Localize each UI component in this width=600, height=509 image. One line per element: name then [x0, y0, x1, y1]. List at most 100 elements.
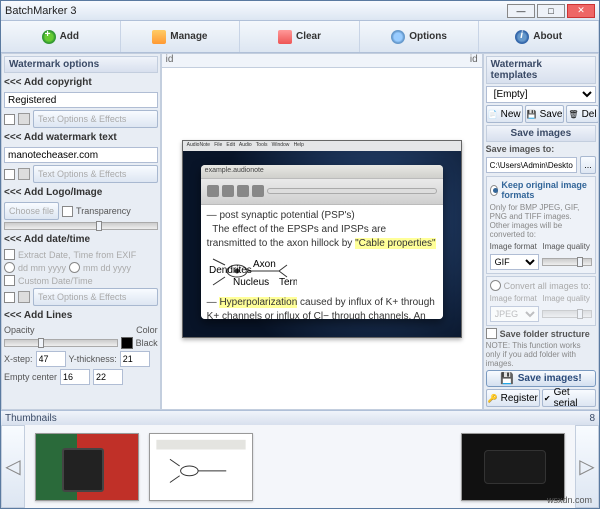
keep-format-radio[interactable]: [490, 185, 499, 196]
quality-slider-1[interactable]: [542, 258, 592, 266]
options-label: Options: [409, 31, 447, 42]
dt-text-checkbox[interactable]: [4, 292, 15, 303]
thumbnail-2[interactable]: [149, 433, 253, 501]
clear-icon: [278, 30, 292, 44]
dt-effects-button[interactable]: Text Options & Effects: [33, 288, 158, 306]
copyright-effects-button[interactable]: Text Options & Effects: [33, 110, 158, 128]
mac-window: example.audionote — post synaptic potent…: [201, 165, 443, 319]
watermark-options-panel: Watermark options <<< Add copyright Text…: [1, 53, 161, 410]
logo-opacity-slider[interactable]: [4, 222, 158, 230]
manage-icon: [152, 30, 166, 44]
copyright-text-checkbox[interactable]: [4, 114, 15, 125]
saveto-label: Save images to:: [486, 144, 596, 154]
manage-button[interactable]: Manage: [121, 21, 241, 52]
wmtext-checkbox[interactable]: [4, 169, 15, 180]
mac-titlebar: example.audionote: [201, 165, 443, 179]
format-select-1[interactable]: GIF: [490, 254, 540, 270]
extract-checkbox[interactable]: [4, 249, 15, 260]
text-icon: [18, 113, 30, 125]
thumbnail-3[interactable]: [461, 433, 565, 501]
save-images-header: Save images: [486, 125, 596, 142]
clear-label: Clear: [296, 31, 321, 42]
choose-file-button[interactable]: Choose file: [4, 202, 59, 220]
options-button[interactable]: Options: [360, 21, 480, 52]
xstep-input[interactable]: [36, 351, 66, 367]
thumbs-strip: [25, 425, 575, 508]
delete-template-button[interactable]: 🗑Del: [566, 105, 598, 123]
canvas-area[interactable]: AudioNote File Edit Audio Tools Window H…: [162, 68, 482, 409]
manage-label: Manage: [170, 31, 207, 42]
imgfmt-label: Image format: [490, 242, 540, 251]
fmt1-radio[interactable]: [4, 262, 15, 273]
canvas-ruler: idid: [162, 54, 482, 68]
copyright-input[interactable]: [4, 92, 158, 108]
thumbs-prev-button[interactable]: ◁: [1, 425, 25, 508]
ythick-label: Y-thickness:: [69, 354, 117, 364]
ythick-input[interactable]: [120, 351, 150, 367]
mac-notes: — post synaptic potential (PSP's) The ef…: [201, 205, 443, 319]
svg-text:Terminal: Terminal: [279, 277, 297, 288]
quality-slider-2: [542, 310, 592, 318]
fmt2-radio[interactable]: [69, 262, 80, 273]
thumbnails-header: Thumbnails: [5, 413, 57, 424]
templates-panel: Watermark templates [Empty] 📄New 💾Save 🗑…: [483, 53, 599, 410]
imgqual-label: Image quality: [542, 242, 592, 251]
add-icon: [42, 30, 56, 44]
add-watermark-text-title: <<< Add watermark text: [4, 130, 158, 145]
xstep-label: X-step:: [4, 354, 33, 364]
options-icon: [391, 30, 405, 44]
color-label: Color: [136, 325, 158, 335]
mac-player: [201, 179, 443, 205]
clear-button[interactable]: Clear: [240, 21, 360, 52]
convert-label: Convert all images to:: [504, 281, 591, 291]
template-select[interactable]: [Empty]: [486, 86, 596, 103]
browse-button[interactable]: ...: [580, 156, 596, 174]
about-label: About: [533, 31, 562, 42]
save-folder-checkbox[interactable]: [486, 328, 497, 339]
add-logo-title: <<< Add Logo/Image: [4, 185, 158, 200]
text-icon: [18, 291, 30, 303]
add-lines-title: <<< Add Lines: [4, 308, 158, 323]
color-swatch[interactable]: [121, 337, 133, 349]
keep-note: Only for BMP JPEG, GIF, PNG and TIFF ima…: [490, 203, 592, 239]
thumbnails-count: 8: [589, 413, 595, 424]
save-template-button[interactable]: 💾Save: [525, 105, 565, 123]
fmt1-label: dd mm yyyy: [18, 263, 66, 273]
templates-header: Watermark templates: [486, 56, 596, 84]
extract-label: Extract: [18, 250, 46, 260]
format-select-2[interactable]: JPEG: [490, 306, 540, 322]
add-copyright-title: <<< Add copyright: [4, 75, 158, 90]
date-label: Date,: [49, 250, 71, 260]
minimize-button[interactable]: —: [507, 4, 535, 18]
wmtext-effects-button[interactable]: Text Options & Effects: [33, 165, 158, 183]
maximize-button[interactable]: □: [537, 4, 565, 18]
text-icon: [18, 168, 30, 180]
get-serial-button[interactable]: ✔Get serial: [542, 389, 596, 407]
ec-input1[interactable]: [60, 369, 90, 385]
svg-text:Nucleus: Nucleus: [233, 277, 269, 288]
emptycenter-label: Empty center: [4, 372, 57, 382]
ec-input2[interactable]: [93, 369, 123, 385]
keep-format-label: Keep original image formats: [501, 180, 592, 200]
convert-radio[interactable]: [490, 280, 501, 291]
register-button[interactable]: 🔑Register: [486, 389, 540, 407]
lines-opacity-slider[interactable]: [4, 339, 118, 347]
close-button[interactable]: ✕: [567, 4, 595, 18]
watermark-text-input[interactable]: [4, 147, 158, 163]
add-datetime-title: <<< Add date/time: [4, 232, 158, 247]
window-title: BatchMarker 3: [5, 5, 505, 17]
add-label: Add: [60, 31, 79, 42]
svg-text:Dendrites: Dendrites: [209, 265, 252, 276]
canvas-panel: idid AudioNote File Edit Audio Tools Win…: [161, 53, 483, 410]
new-template-button[interactable]: 📄New: [486, 105, 523, 123]
about-button[interactable]: About: [479, 21, 599, 52]
fmt2-label: mm dd yyyy: [83, 263, 131, 273]
about-icon: [515, 30, 529, 44]
transparency-checkbox[interactable]: [62, 206, 73, 217]
thumbnail-1[interactable]: [35, 433, 139, 501]
custom-date-checkbox[interactable]: [4, 275, 15, 286]
save-folder-label: Save folder structure: [500, 329, 590, 339]
save-images-button[interactable]: 💾 Save images!: [486, 370, 596, 387]
add-button[interactable]: Add: [1, 21, 121, 52]
save-path-input[interactable]: [486, 157, 577, 173]
